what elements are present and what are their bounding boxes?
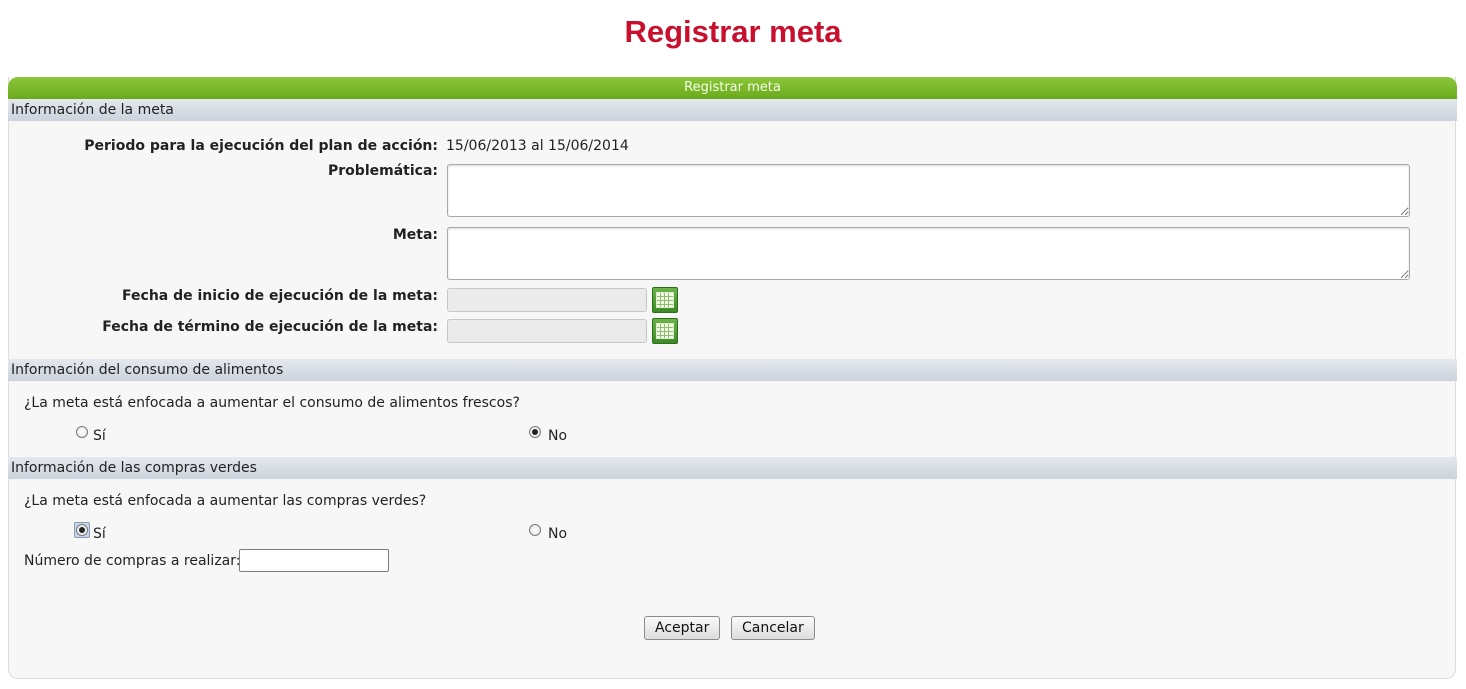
- periodo-label: Periodo para la ejecución del plan de ac…: [84, 138, 438, 154]
- section-consumo: Información del consumo de alimentos: [8, 359, 1457, 381]
- fecha-inicio-label: Fecha de inicio de ejecución de la meta:: [122, 288, 438, 304]
- compras-no-radio[interactable]: [529, 524, 541, 536]
- numero-compras-input[interactable]: [239, 549, 389, 572]
- consumo-no-radio[interactable]: [529, 426, 541, 438]
- consumo-si-radio[interactable]: [76, 426, 88, 438]
- fecha-termino-label: Fecha de término de ejecución de la meta…: [102, 319, 438, 335]
- cancelar-button[interactable]: Cancelar: [731, 616, 815, 640]
- consumo-question: ¿La meta está enfocada a aumentar el con…: [24, 395, 520, 411]
- fecha-inicio-calendar-button[interactable]: [652, 287, 678, 313]
- periodo-value: 15/06/2013 al 15/06/2014: [446, 138, 629, 154]
- problematica-textarea[interactable]: [447, 164, 1410, 217]
- compras-si-radio[interactable]: [76, 524, 88, 536]
- consumo-no-label: No: [548, 428, 568, 444]
- numero-compras-label: Número de compras a realizar:: [24, 553, 241, 569]
- meta-textarea[interactable]: [447, 227, 1410, 280]
- compras-si-label: Sí: [93, 526, 106, 542]
- calendar-icon: [656, 323, 674, 339]
- compras-no-label: No: [548, 526, 568, 542]
- fecha-termino-input[interactable]: [447, 319, 647, 343]
- section-meta-info: Información de la meta: [8, 99, 1457, 121]
- consumo-si-label: Sí: [93, 428, 106, 444]
- page-title: Registrar meta: [624, 14, 842, 49]
- aceptar-button[interactable]: Aceptar: [644, 616, 721, 640]
- meta-label: Meta:: [392, 227, 438, 243]
- problematica-label: Problemática:: [328, 163, 438, 179]
- fecha-inicio-input[interactable]: [447, 288, 647, 312]
- compras-question: ¿La meta está enfocada a aumentar las co…: [24, 493, 427, 509]
- calendar-icon: [656, 292, 674, 308]
- section-compras: Información de las compras verdes: [8, 457, 1457, 479]
- panel-header: Registrar meta: [8, 77, 1457, 99]
- fecha-termino-calendar-button[interactable]: [652, 318, 678, 344]
